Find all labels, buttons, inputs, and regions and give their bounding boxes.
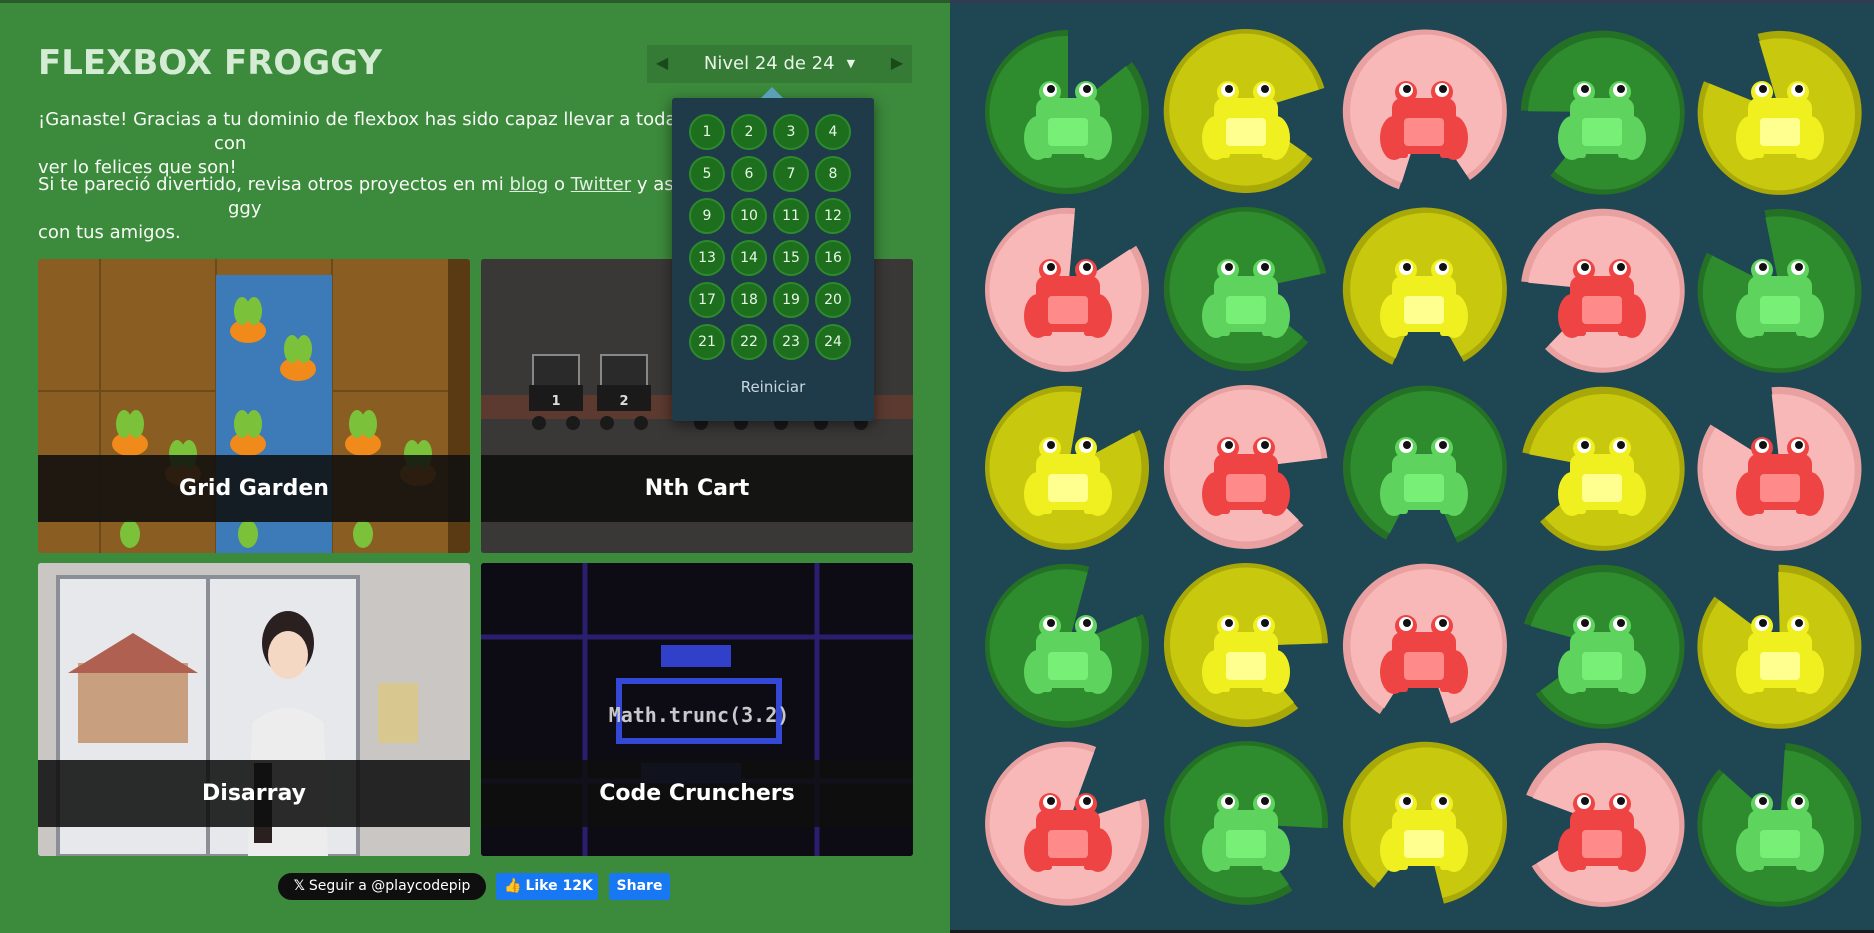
level-button[interactable]: 10 (731, 198, 767, 234)
reset-button[interactable]: Reiniciar (672, 378, 874, 396)
yellow-lilypad-frog (1697, 30, 1862, 195)
green-lilypad-frog (1163, 207, 1327, 371)
level-button[interactable]: 16 (815, 240, 851, 276)
level-button[interactable]: 19 (773, 282, 809, 318)
pond-board (950, 0, 1874, 930)
share-text-or: o (554, 174, 566, 195)
cart-number-1: 1 (551, 394, 560, 409)
page-title: FLEXBOX FROGGY (38, 43, 382, 83)
yellow-lilypad-frog (1342, 207, 1507, 365)
level-button[interactable]: 22 (731, 324, 767, 360)
green-lilypad-frog (1697, 208, 1862, 373)
level-indicator[interactable]: Nivel 24 de 24 ▼ (677, 45, 882, 83)
level-button[interactable]: 3 (773, 114, 809, 150)
green-lilypad-frog (1520, 30, 1685, 195)
green-lilypad-frog (1523, 564, 1685, 729)
game-title-disarray: Disarray (38, 760, 470, 827)
game-card-grid-garden[interactable]: Grid Garden (38, 259, 470, 553)
win-text-part2: con (214, 133, 247, 154)
share-text-part3: ggy (228, 198, 262, 219)
caret-down-icon: ▼ (846, 57, 856, 70)
yellow-lilypad-frog (1522, 386, 1685, 551)
red-lilypad-frog (1697, 386, 1862, 551)
yellow-lilypad-frog (1163, 563, 1328, 727)
level-grid: 1 2 3 4 5 6 7 8 9 10 11 12 13 14 15 16 17 18 19 20 21 22 23 24 (689, 114, 861, 360)
level-label: Nivel 24 de 24 (703, 53, 835, 74)
red-lilypad-frog (1163, 385, 1328, 549)
level-button[interactable]: 13 (689, 240, 725, 276)
facebook-share-button[interactable]: Share (609, 873, 670, 900)
yellow-lilypad-frog (1163, 29, 1325, 193)
share-text-part1: Si te pareció divertido, revisa otros pr… (38, 174, 504, 195)
red-lilypad-frog (1342, 563, 1507, 724)
next-level-button[interactable]: ▶ (882, 45, 912, 83)
level-button[interactable]: 18 (731, 282, 767, 318)
level-button[interactable]: 11 (773, 198, 809, 234)
level-button[interactable]: 12 (815, 198, 851, 234)
x-logo-icon: 𝕏 (293, 878, 305, 894)
green-lilypad-frog (985, 29, 1150, 194)
red-lilypad-frog (1342, 29, 1507, 190)
game-card-code-crunchers[interactable]: Math.trunc(3.2) Code Crunchers (481, 563, 913, 856)
level-button[interactable]: 1 (689, 114, 725, 150)
level-button[interactable]: 7 (773, 156, 809, 192)
green-lilypad-frog (985, 563, 1150, 728)
green-lilypad-frog (1164, 741, 1329, 905)
level-navigator: ◀ Nivel 24 de 24 ▼ ▶ (647, 45, 912, 83)
level-button[interactable]: 4 (815, 114, 851, 150)
level-button[interactable]: 8 (815, 156, 851, 192)
twitter-follow-button[interactable]: 𝕏 Seguir a @playcodepip (278, 873, 486, 900)
level-button[interactable]: 21 (689, 324, 725, 360)
blog-link[interactable]: blog (509, 174, 548, 195)
red-lilypad-frog (985, 741, 1150, 906)
game-title-code-crunchers: Code Crunchers (481, 760, 913, 827)
level-button[interactable]: 14 (731, 240, 767, 276)
level-button[interactable]: 17 (689, 282, 725, 318)
share-text-line2: con tus amigos. (38, 222, 181, 243)
red-lilypad-frog (985, 207, 1149, 372)
game-title-grid-garden: Grid Garden (38, 455, 470, 522)
level-button[interactable]: 24 (815, 324, 851, 360)
twitter-link[interactable]: Twitter (571, 174, 631, 195)
green-lilypad-frog (1697, 742, 1862, 907)
sidebar: FLEXBOX FROGGY ◀ Nivel 24 de 24 ▼ ▶ ¡Gana… (0, 0, 950, 933)
level-button[interactable]: 6 (731, 156, 767, 192)
level-button[interactable]: 5 (689, 156, 725, 192)
yellow-lilypad-frog (1697, 564, 1862, 729)
red-lilypad-frog (1526, 742, 1685, 907)
level-button[interactable]: 2 (731, 114, 767, 150)
level-button[interactable]: 9 (689, 198, 725, 234)
twitter-follow-label: Seguir a @playcodepip (308, 878, 471, 894)
red-lilypad-frog (1521, 208, 1685, 373)
green-lilypad-frog (1342, 385, 1507, 543)
facebook-like-button[interactable]: 👍 Like 12K (496, 873, 598, 900)
level-dropdown: 1 2 3 4 5 6 7 8 9 10 11 12 13 14 15 16 17 18 19 20 21 22 23 24 … (672, 87, 874, 421)
yellow-lilypad-frog (1342, 741, 1507, 904)
level-button[interactable]: 20 (815, 282, 851, 318)
yellow-lilypad-frog (985, 385, 1149, 550)
prev-level-button[interactable]: ◀ (647, 45, 677, 83)
win-text-part1: ¡Ganaste! Gracias a tu dominio de flexbo… (38, 109, 774, 130)
game-title-nth-cart: Nth Cart (481, 455, 913, 522)
facebook-like-label: Like 12K (525, 878, 593, 894)
game-card-disarray[interactable]: Disarray (38, 563, 470, 856)
level-button[interactable]: 23 (773, 324, 809, 360)
thumbs-up-icon: 👍 (504, 878, 522, 894)
cart-number-2: 2 (619, 394, 628, 409)
code-expression: Math.trunc(3.2) (609, 703, 790, 727)
level-button[interactable]: 15 (773, 240, 809, 276)
